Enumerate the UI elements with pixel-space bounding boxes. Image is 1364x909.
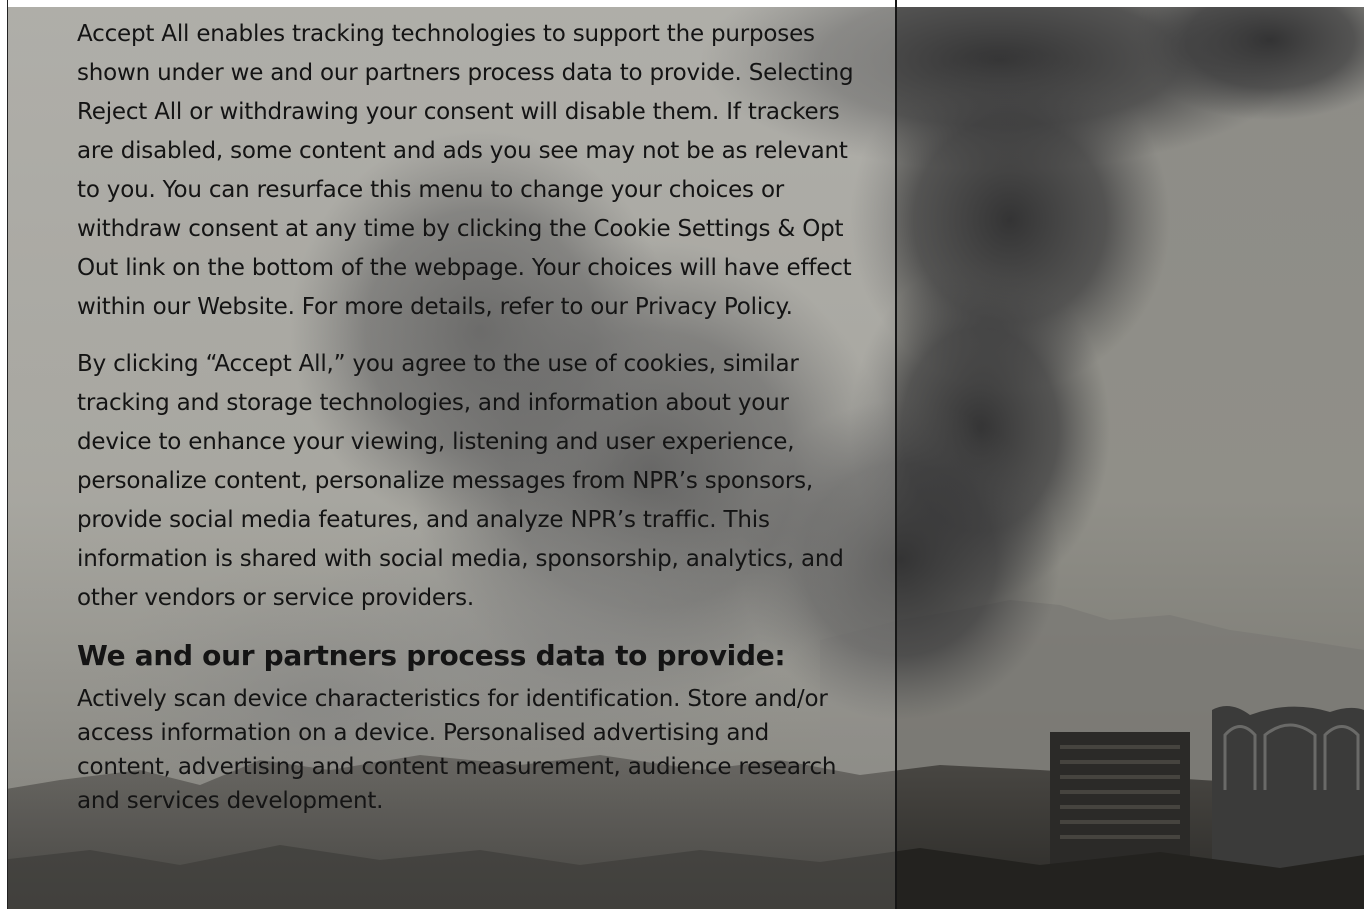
panel-divider bbox=[895, 0, 897, 909]
purposes-paragraph: Actively scan device characteristics for… bbox=[77, 686, 837, 814]
cookie-consent-panel: Accept All enables tracking technologies… bbox=[8, 7, 895, 909]
consent-content: Accept All enables tracking technologies… bbox=[77, 15, 857, 818]
page-stage: Accept All enables tracking technologies… bbox=[0, 0, 1364, 909]
left-border bbox=[0, 0, 8, 909]
top-border bbox=[0, 0, 1364, 7]
partners-heading: We and our partners process data to prov… bbox=[77, 639, 786, 672]
consent-paragraph-accept-all: Accept All enables tracking technologies… bbox=[77, 21, 854, 320]
consent-paragraph-cookies: By clicking “Accept All,” you agree to t… bbox=[77, 351, 844, 611]
